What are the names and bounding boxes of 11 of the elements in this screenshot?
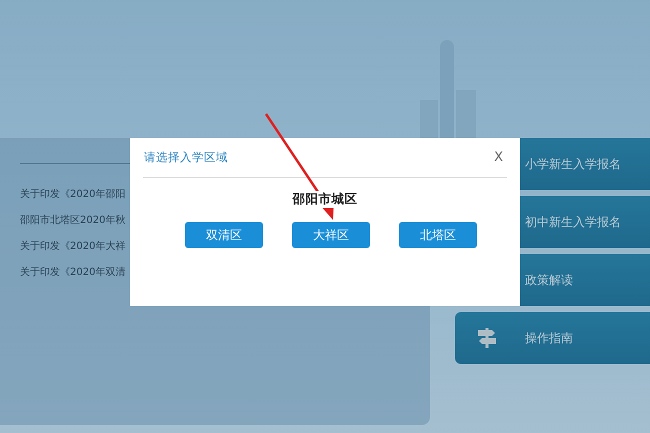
news-link[interactable]: 邵阳市北塔区2020年秋 — [20, 208, 126, 234]
district-button[interactable]: 北塔区 — [399, 222, 477, 248]
close-button[interactable]: X — [490, 150, 507, 165]
menu-button[interactable]: 操作指南 — [455, 312, 650, 364]
signpost-icon — [475, 326, 499, 350]
dialog-title: 请选择入学区域 — [143, 150, 228, 165]
news-link[interactable]: 关于印发《2020年大祥 — [20, 234, 126, 260]
district-button[interactable]: 大祥区 — [292, 222, 370, 248]
news-link[interactable]: 关于印发《2020年邵阳 — [20, 182, 126, 208]
district-button[interactable]: 双清区 — [185, 222, 263, 248]
news-link[interactable]: 关于印发《2020年双清 — [20, 260, 126, 286]
